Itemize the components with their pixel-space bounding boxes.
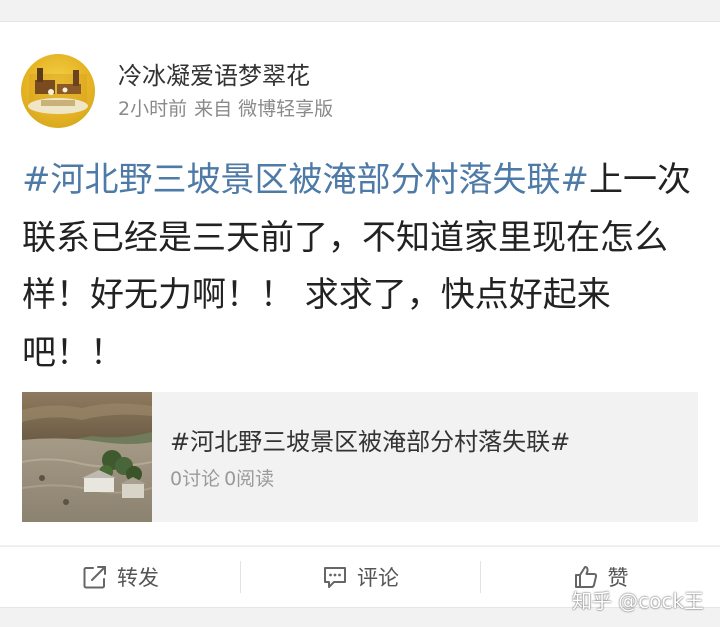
screen: 冷冰凝爱语梦翠花 2小时前 来自 微博轻享版 #河北野三坡景区被淹部分村落失联#上… xyxy=(0,0,720,627)
username[interactable]: 冷冰凝爱语梦翠花 xyxy=(118,56,310,91)
comment-button[interactable]: 评论 xyxy=(240,547,480,607)
comment-icon xyxy=(324,567,346,588)
comment-label: 评论 xyxy=(357,566,399,590)
zhihu-watermark: 知乎 @cock王 xyxy=(571,589,704,613)
topic-stats: 0讨论 0阅读 xyxy=(170,464,274,491)
topic-title[interactable]: #河北野三坡景区被淹部分村落失联# xyxy=(170,422,570,457)
post-hashtag-link[interactable]: #河北野三坡景区被淹部分村落失联# xyxy=(22,160,589,200)
repost-button[interactable]: 转发 xyxy=(0,547,240,607)
weibo-post-card: 冷冰凝爱语梦翠花 2小时前 来自 微博轻享版 #河北野三坡景区被淹部分村落失联#上… xyxy=(0,21,720,545)
post-source: 来自 微博轻享版 xyxy=(194,98,334,120)
avatar-image xyxy=(28,68,88,114)
topic-thumbnail xyxy=(22,392,152,522)
avatar[interactable] xyxy=(21,54,95,128)
flood-photo xyxy=(22,392,152,522)
topic-discussion-count: 0讨论 xyxy=(170,468,221,490)
repost-icon xyxy=(83,566,106,589)
topic-read-count: 0阅读 xyxy=(224,468,275,490)
topic-card[interactable]: #河北野三坡景区被淹部分村落失联# 0讨论 0阅读 xyxy=(22,392,698,522)
repost-label: 转发 xyxy=(117,566,159,590)
post-content: #河北野三坡景区被淹部分村落失联#上一次联系已经是三天前了，不知道家里现在怎么样… xyxy=(22,152,698,382)
post-time: 2小时前 xyxy=(118,98,188,120)
post-meta: 2小时前 来自 微博轻享版 xyxy=(118,94,333,121)
